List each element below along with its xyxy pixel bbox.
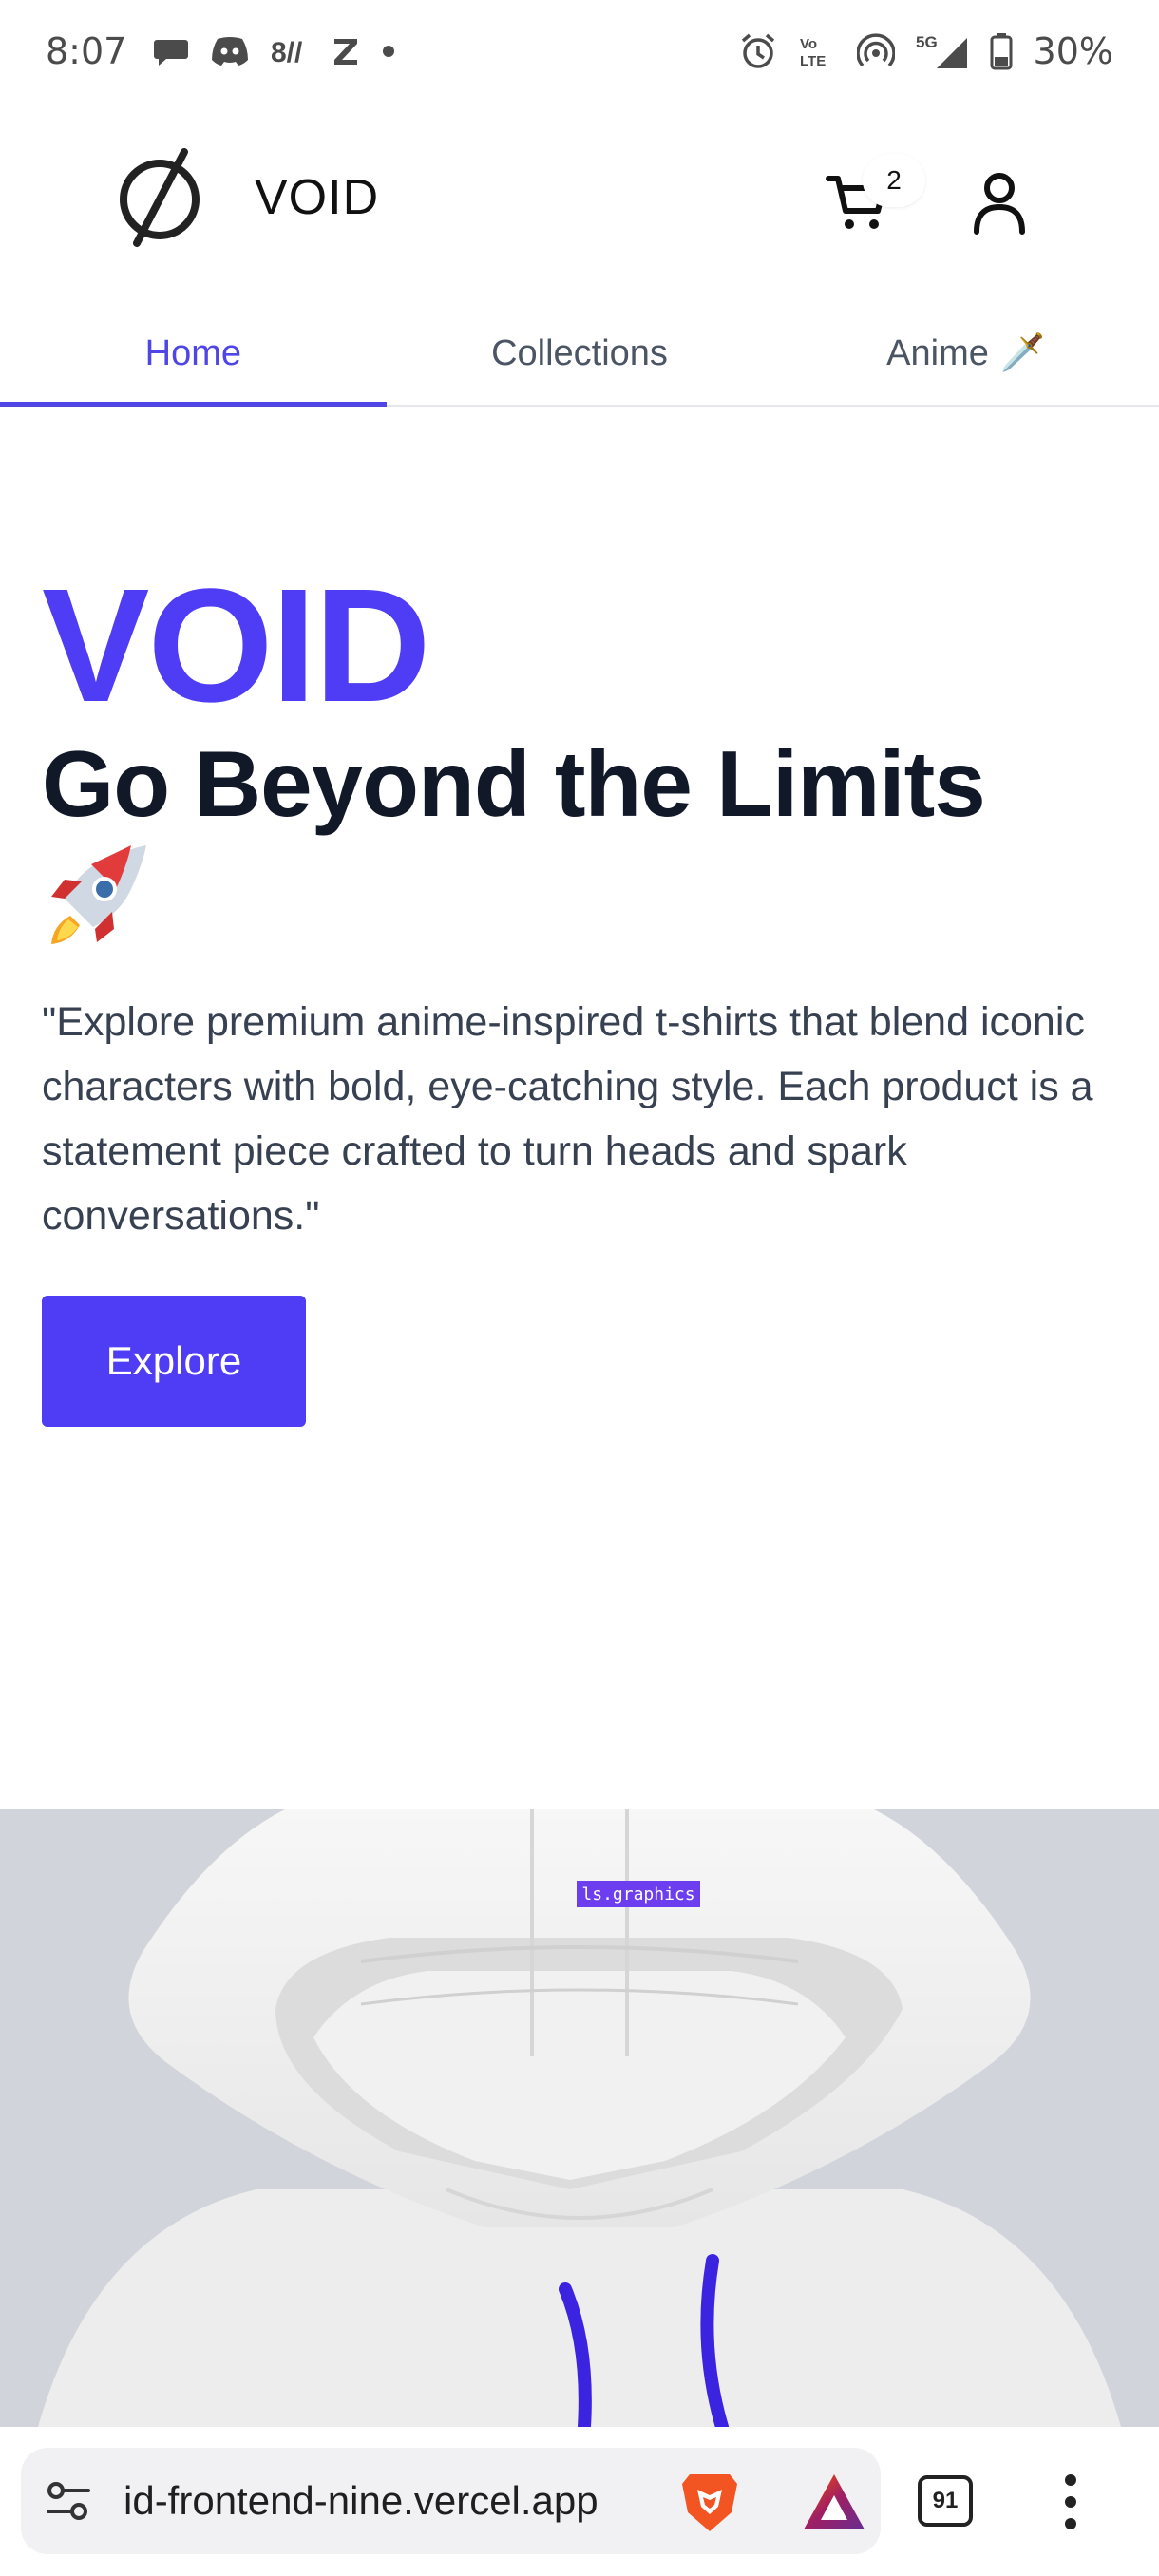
tab-anime[interactable]: Anime 🗡️ [772, 302, 1159, 405]
hero-brand: VOID [42, 556, 431, 736]
address-bar[interactable]: id-frontend-nine.vercel.app [21, 2448, 881, 2554]
tab-switcher-button[interactable]: 91 [918, 2475, 973, 2527]
svg-text:Vo: Vo [800, 36, 817, 52]
main-tabs: Home Collections Anime 🗡️ [0, 302, 1159, 407]
app-header: VOID 2 [0, 103, 1159, 302]
hero-description: "Explore premium anime-inspired t-shirts… [42, 999, 1093, 1239]
battery-percent: 30% [1033, 30, 1113, 72]
hotspot-icon [856, 32, 895, 70]
app-notification-icon: 8// [271, 35, 311, 67]
brave-rewards-icon[interactable] [802, 2472, 866, 2531]
status-right: Vo LTE 5G 30% [739, 30, 1113, 72]
more-options-icon[interactable] [1056, 2471, 1085, 2533]
more-notifications-dot-icon [381, 44, 396, 59]
brave-shields-icon[interactable] [676, 2469, 743, 2535]
tab-home-label: Home [144, 332, 242, 373]
discord-icon [210, 35, 250, 67]
hoodie-brand-label: ls.graphics [577, 1881, 700, 1907]
rocket-icon [51, 845, 146, 944]
url-text[interactable]: id-frontend-nine.vercel.app [124, 2478, 684, 2524]
hero-section: VOID Go Beyond the Limits "Explore premi… [42, 556, 1125, 1427]
battery-icon [990, 32, 1013, 70]
alarm-icon [739, 32, 777, 70]
tab-collections[interactable]: Collections [387, 302, 773, 405]
status-left: 8:07 8// [46, 30, 396, 72]
status-bar: 8:07 8// Vo LTE 5G 30% [0, 0, 1159, 103]
browser-bottom-bar: id-frontend-nine.vercel.app 91 [0, 2427, 1159, 2576]
tab-collections-label: Collections [491, 332, 668, 373]
volte-icon: Vo LTE [798, 32, 836, 70]
tab-anime-label: Anime [886, 332, 989, 373]
status-time: 8:07 [46, 30, 127, 72]
site-settings-icon[interactable] [40, 2472, 97, 2529]
cart-count-badge[interactable]: 2 [863, 154, 925, 207]
user-account-icon[interactable] [971, 169, 1028, 237]
dagger-icon: 🗡️ [999, 333, 1046, 373]
signal-icon: 5G [916, 32, 969, 70]
svg-text:8//: 8// [271, 37, 303, 67]
tab-home[interactable]: Home [0, 302, 387, 407]
void-logo-icon[interactable] [116, 148, 203, 247]
brand-name[interactable]: VOID [255, 169, 379, 226]
explore-button[interactable]: Explore [42, 1296, 306, 1427]
svg-text:LTE: LTE [800, 53, 826, 69]
z-app-icon [332, 35, 360, 67]
network-type: 5G [916, 33, 938, 51]
hoodie-product-image: ls.graphics [0, 1809, 1159, 2427]
hero-title: Go Beyond the Limits [42, 731, 986, 836]
chat-bubble-icon [153, 34, 189, 68]
